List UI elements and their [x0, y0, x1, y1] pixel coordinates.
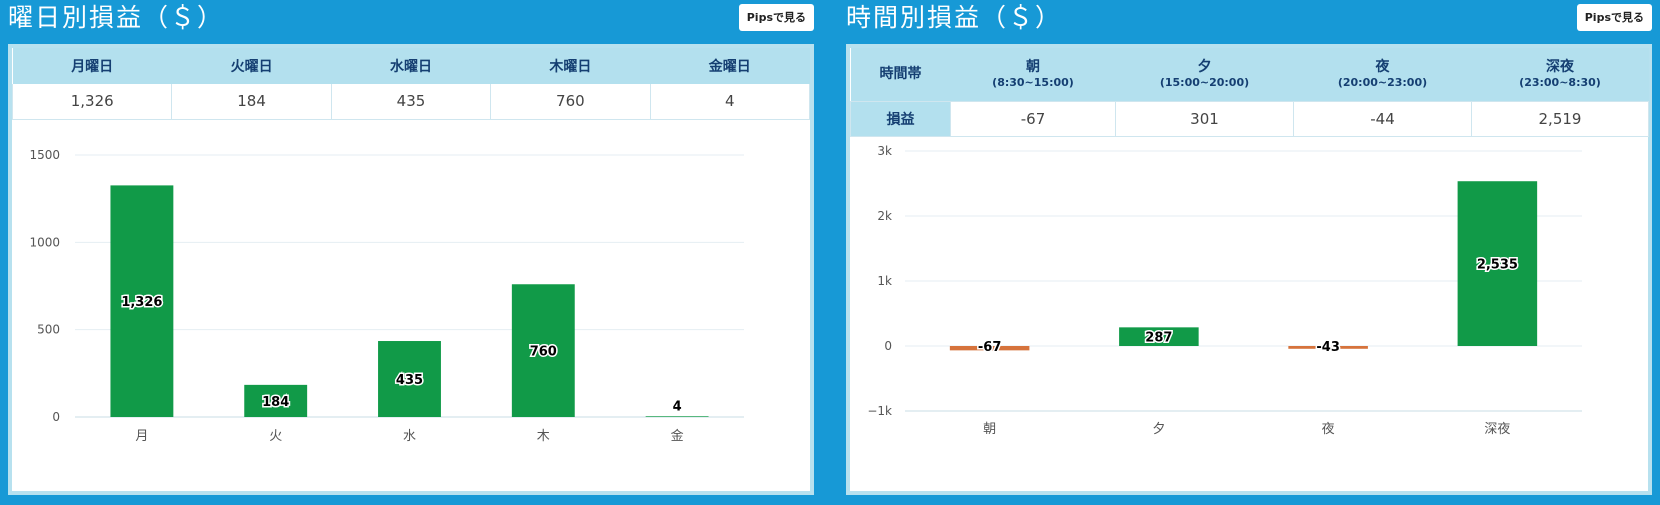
data-label: 287 [1145, 331, 1172, 346]
y-tick-label: 1000 [29, 235, 60, 249]
data-label: -67 [978, 340, 1002, 355]
weekday-header: 曜日別損益（＄） Pipsで見る [0, 0, 822, 40]
category-label: 水 [403, 429, 416, 444]
hourly-header-name: 夜 [1375, 59, 1390, 76]
hourly-header-range: (15:00~20:00) [1159, 76, 1250, 90]
bar [645, 416, 709, 417]
weekday-value-thu: 760 [490, 84, 651, 120]
hourly-title: 時間別損益（＄） [846, 3, 1063, 32]
weekday-chart: 0 500 1000 1500 1,326 月 184 火 435 水 760 木 4 金 [29, 148, 744, 444]
hourly-header-night: 夜 (20:00~23:00) [1293, 48, 1472, 101]
data-label: -43 [1316, 340, 1340, 355]
hourly-header-name: 深夜 [1546, 59, 1574, 76]
hourly-header-range: (20:00~23:00) [1337, 76, 1428, 90]
hourly-header-latenight: 深夜 (23:00~8:30) [1471, 48, 1649, 101]
hourly-header-name: 朝 [1026, 59, 1040, 76]
data-label: 1,326 [121, 295, 162, 310]
data-label: 760 [530, 345, 557, 360]
weekday-value-wed: 435 [330, 84, 492, 120]
category-label: 深夜 [1484, 422, 1510, 437]
hourly-header-evening: 夕 (15:00~20:00) [1115, 48, 1294, 101]
data-label: 184 [262, 395, 289, 410]
hourly-value-night: -44 [1293, 100, 1472, 137]
hourly-header-row: 時間帯 朝 (8:30~15:00) 夕 (15:00~20:00) 夜 (20:00… [850, 48, 1649, 101]
weekday-header-tue: 火曜日 [171, 48, 332, 84]
weekday-value-mon: 1,326 [11, 84, 173, 120]
weekday-table: 月曜日 火曜日 水曜日 木曜日 金曜日 1,326 184 435 760 4 [11, 48, 811, 120]
hourly-chart: −1k 0 1k 2k 3k -67 朝 287 夕 -43 夜 2,535 深夜 [867, 144, 1582, 437]
hourly-pips-button[interactable]: Pipsで見る [1576, 4, 1652, 31]
hourly-value-row: 損益 -67 301 -44 2,519 [850, 100, 1649, 137]
weekday-header-thu: 木曜日 [490, 48, 651, 84]
weekday-header-mon: 月曜日 [12, 48, 172, 84]
weekday-header-wed: 水曜日 [331, 48, 491, 84]
hourly-value-latenight: 2,519 [1471, 100, 1649, 137]
y-tick-label: 500 [37, 323, 60, 337]
hourly-panel: 時間別損益（＄） Pipsで見る 時間帯 朝 (8:30~15:00) 夕 (15:… [838, 0, 1660, 495]
weekday-panel: 曜日別損益（＄） Pipsで見る 月曜日 火曜日 水曜日 木曜日 金曜日 1,3… [0, 0, 822, 495]
data-label: 435 [396, 373, 423, 388]
hourly-corner-label: 時間帯 [850, 48, 951, 101]
hourly-header: 時間別損益（＄） Pipsで見る [838, 0, 1660, 40]
data-label: 2,535 [1477, 258, 1518, 273]
y-tick-label: −1k [867, 404, 892, 418]
y-tick-label: 2k [877, 209, 892, 223]
category-label: 木 [537, 429, 550, 444]
weekday-header-fri: 金曜日 [650, 48, 810, 84]
y-tick-label: 0 [52, 410, 60, 424]
hourly-header-range: (8:30~15:00) [992, 76, 1074, 90]
y-tick-label: 1k [877, 274, 892, 288]
hourly-header-morning: 朝 (8:30~15:00) [950, 48, 1116, 101]
weekday-title: 曜日別損益（＄） [8, 3, 225, 32]
hourly-table: 時間帯 朝 (8:30~15:00) 夕 (15:00~20:00) 夜 (20:00… [850, 48, 1649, 137]
weekday-header-row: 月曜日 火曜日 水曜日 木曜日 金曜日 [12, 48, 810, 84]
weekday-value-tue: 184 [171, 84, 332, 120]
category-label: 夕 [1152, 422, 1165, 437]
category-label: 朝 [983, 422, 996, 437]
weekday-value-fri: 4 [649, 84, 811, 120]
category-label: 夜 [1322, 422, 1335, 437]
category-label: 火 [269, 429, 282, 444]
hourly-value-morning: -67 [950, 100, 1116, 137]
hourly-row-label: 損益 [850, 100, 951, 137]
weekday-card: 月曜日 火曜日 水曜日 木曜日 金曜日 1,326 184 435 760 4 … [8, 44, 814, 495]
y-tick-label: 0 [884, 339, 892, 353]
hourly-value-evening: 301 [1115, 100, 1294, 137]
category-label: 金 [671, 428, 684, 444]
weekday-pips-button[interactable]: Pipsで見る [738, 4, 814, 31]
y-tick-label: 3k [877, 144, 892, 158]
hourly-header-range: (23:00~8:30) [1519, 76, 1601, 90]
hourly-card: 時間帯 朝 (8:30~15:00) 夕 (15:00~20:00) 夜 (20:00… [846, 44, 1652, 495]
data-label: 4 [673, 399, 682, 414]
weekday-value-row: 1,326 184 435 760 4 [11, 84, 811, 120]
hourly-header-name: 夕 [1197, 59, 1212, 76]
y-tick-label: 1500 [29, 148, 60, 162]
category-label: 月 [135, 429, 148, 444]
